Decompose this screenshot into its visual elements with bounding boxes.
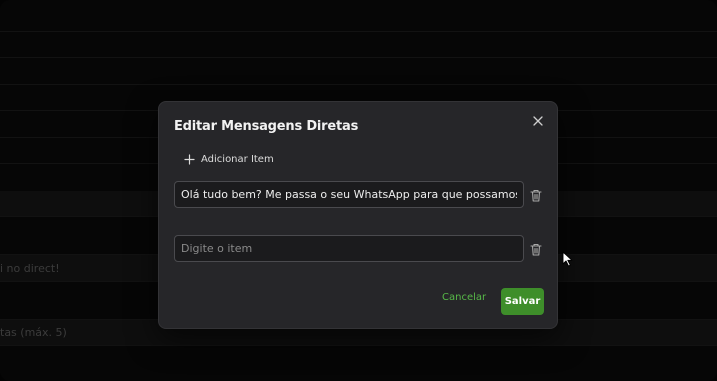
message-item-input-2[interactable] — [174, 235, 524, 262]
plus-icon — [184, 153, 195, 165]
trash-icon — [530, 243, 542, 256]
delete-item-button-2[interactable] — [529, 241, 543, 257]
message-item-input-1[interactable] — [174, 181, 524, 208]
add-item-label: Adicionar Item — [201, 153, 274, 165]
dialog-title: Editar Mensagens Diretas — [174, 119, 359, 134]
add-item-button[interactable]: Adicionar Item — [184, 151, 274, 167]
edit-direct-messages-dialog: Editar Mensagens Diretas Adicionar Item … — [158, 101, 558, 329]
mouse-pointer-icon — [562, 251, 573, 267]
cancel-button[interactable]: Cancelar — [442, 292, 486, 303]
trash-icon — [530, 189, 542, 202]
delete-item-button-1[interactable] — [529, 187, 543, 203]
close-icon — [533, 116, 543, 126]
save-button[interactable]: Salvar — [501, 288, 544, 315]
close-button[interactable] — [529, 112, 547, 130]
